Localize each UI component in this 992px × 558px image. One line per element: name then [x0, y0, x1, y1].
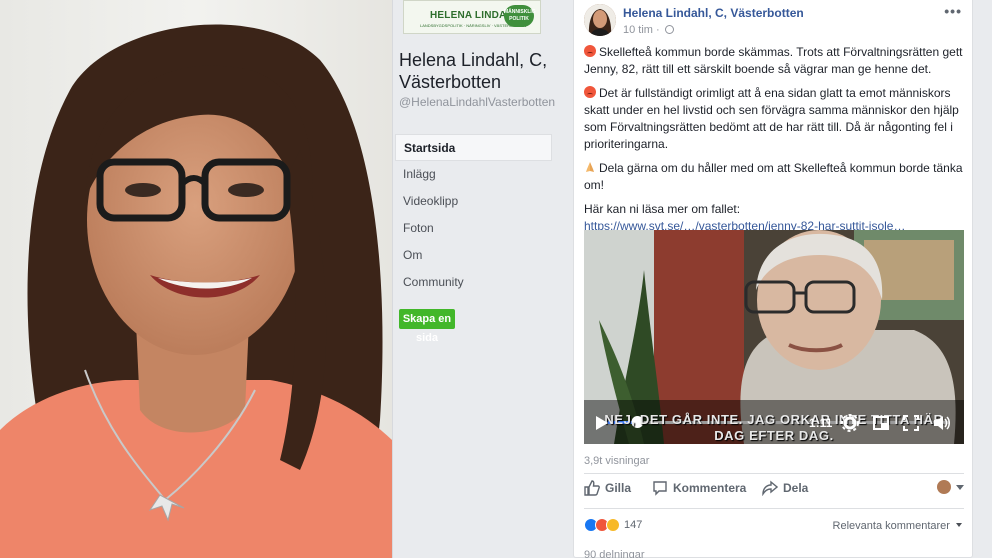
- post-actions: Gilla Kommentera Dela: [584, 480, 964, 502]
- praying-hands-icon: [586, 162, 594, 172]
- post-options-button[interactable]: •••: [944, 3, 962, 19]
- angry-face-icon: [584, 86, 596, 98]
- page-cover-banner[interactable]: HELENA LINDAHL LANDSBYGDSPOLITIK · NÄRIN…: [403, 0, 541, 34]
- page-sidebar: HELENA LINDAHL LANDSBYGDSPOLITIK · NÄRIN…: [392, 0, 569, 558]
- share-count[interactable]: 90 delningar: [584, 549, 645, 558]
- divider: [584, 508, 964, 509]
- post-card: Helena Lindahl, C, Västerbotten 10 tim ·…: [573, 0, 973, 558]
- settings-gear-icon[interactable]: [841, 414, 859, 432]
- page-title[interactable]: Helena Lindahl, C, Västerbotten: [399, 49, 559, 93]
- nav-item-om[interactable]: Om: [395, 242, 552, 269]
- avatar-image: [584, 4, 616, 36]
- portrait-illustration: [0, 24, 392, 558]
- share-arrow-icon: [762, 480, 778, 496]
- post-paragraph-2: Det är fullständigt orimligt att å ena s…: [584, 86, 959, 151]
- page-nav: Startsida Inlägg Videoklipp Foton Om Com…: [395, 134, 552, 296]
- nav-item-community[interactable]: Community: [395, 269, 552, 296]
- chevron-down-icon: [956, 484, 964, 490]
- fullscreen-icon[interactable]: [902, 414, 920, 432]
- feed-column: Helena Lindahl, C, Västerbotten 10 tim ·…: [569, 0, 992, 558]
- like-button[interactable]: Gilla: [584, 480, 631, 496]
- sad-reaction-icon: [606, 518, 620, 532]
- reaction-count: 147: [624, 519, 643, 531]
- video-player[interactable]: NEJ, DET GÅR INTE. JAG ORKAR INTE TITTA …: [584, 230, 964, 444]
- meta-separator: ·: [656, 24, 660, 36]
- share-label: Dela: [783, 481, 809, 495]
- view-count: 3,9t visningar: [584, 455, 650, 467]
- post-paragraph-1: Skellefteå kommun borde skämmas. Trots a…: [584, 45, 963, 76]
- portrait-photo: [0, 0, 392, 558]
- post-paragraph-3: Dela gärna om du håller med om att Skell…: [584, 161, 963, 192]
- comment-sort-dropdown[interactable]: Relevanta kommentarer: [833, 520, 962, 532]
- banner-badge: MÄNNISKLIG POLITIK: [504, 5, 536, 27]
- nav-item-foton[interactable]: Foton: [395, 215, 552, 242]
- picture-in-picture-icon[interactable]: [872, 414, 890, 432]
- divider: [584, 473, 964, 474]
- comment-sort-label: Relevanta kommentarer: [832, 520, 950, 532]
- post-meta: 10 tim ·: [623, 24, 674, 36]
- profile-mini-avatar: [937, 480, 951, 494]
- comment-icon: [653, 481, 667, 496]
- post-author[interactable]: Helena Lindahl, C, Västerbotten: [623, 6, 804, 20]
- avatar[interactable]: [584, 4, 616, 36]
- post-paragraph-4: Här kan ni läsa mer om fallet:: [584, 202, 741, 216]
- react-as-selector[interactable]: [937, 480, 964, 494]
- reaction-summary[interactable]: 147: [584, 516, 642, 534]
- globe-icon: [664, 25, 674, 34]
- thumbs-up-icon: [584, 480, 600, 496]
- create-page-button[interactable]: Skapa en sida: [399, 309, 455, 344]
- angry-face-icon: [584, 45, 596, 57]
- share-button[interactable]: Dela: [762, 480, 808, 496]
- like-label: Gilla: [605, 481, 632, 495]
- video-time: 1:11: [809, 416, 833, 430]
- screenshot-collage: HELENA LINDAHL LANDSBYGDSPOLITIK · NÄRIN…: [0, 0, 992, 558]
- comment-label: Kommentera: [673, 481, 747, 495]
- page-handle[interactable]: @HelenaLindahlVasterbotten: [399, 95, 559, 110]
- nav-item-startsida[interactable]: Startsida: [395, 134, 552, 161]
- nav-item-inlagg[interactable]: Inlägg: [395, 161, 552, 188]
- caret-down-icon: [956, 523, 962, 527]
- post-time[interactable]: 10 tim: [623, 24, 653, 36]
- comment-button[interactable]: Kommentera: [652, 480, 746, 496]
- play-icon[interactable]: [592, 414, 610, 432]
- volume-icon[interactable]: [932, 414, 952, 432]
- nav-item-videoklipp[interactable]: Videoklipp: [395, 188, 552, 215]
- more-options-icon: •••: [944, 3, 962, 19]
- post-text: Skellefteå kommun borde skämmas. Trots a…: [584, 44, 964, 235]
